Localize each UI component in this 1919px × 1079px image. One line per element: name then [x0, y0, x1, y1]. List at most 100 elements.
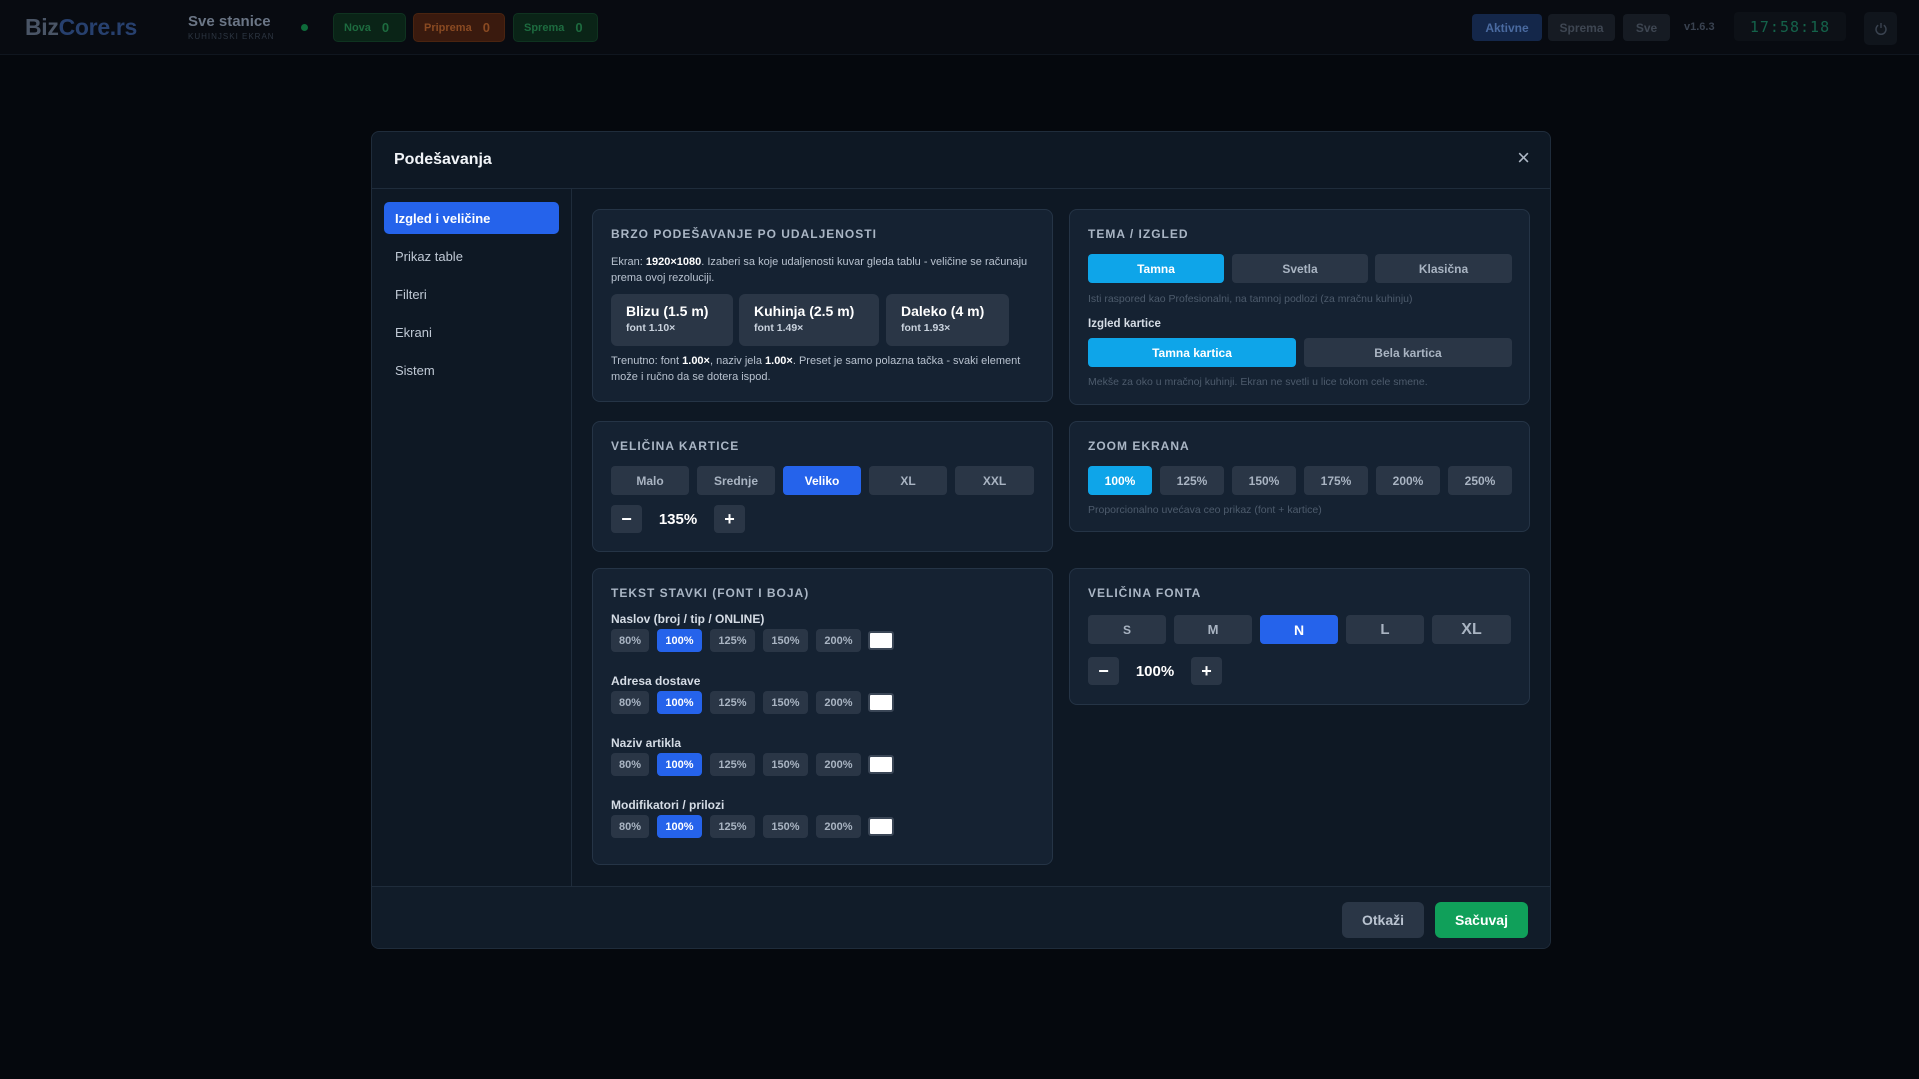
- card-size-veliko-button[interactable]: Veliko: [783, 466, 861, 495]
- item-text-title: TEKST STAVKI (FONT I BOJA): [611, 586, 810, 600]
- item-row-scale-button[interactable]: 80%: [611, 629, 649, 652]
- font-size-card: VELIČINA FONTA S M N L XL − 100% +: [1069, 568, 1530, 705]
- item-row-scale-button[interactable]: 100%: [657, 691, 702, 714]
- modal-footer: Otkaži Sačuvaj: [372, 886, 1550, 948]
- distance-card: BRZO PODEŠAVANJE PO UDALJENOSTI Ekran: 1…: [592, 209, 1053, 402]
- card-look-hint: Mekše za oko u mračnoj kuhinji. Ekran ne…: [1088, 376, 1428, 388]
- zoom-175-button[interactable]: 175%: [1304, 466, 1368, 495]
- item-row-color-swatch[interactable]: [868, 631, 894, 650]
- item-row-scale-button[interactable]: 100%: [657, 629, 702, 652]
- pill-sprema[interactable]: Sprema 0: [513, 13, 598, 42]
- card-size-malo-button[interactable]: Malo: [611, 466, 689, 495]
- card-size-plus-button[interactable]: +: [714, 505, 745, 533]
- card-size-srednje-button[interactable]: Srednje: [697, 466, 775, 495]
- filter-aktivne-button[interactable]: Aktivne: [1472, 14, 1542, 41]
- preset-blizu-button[interactable]: Blizu (1.5 m) font 1.10×: [611, 294, 733, 346]
- item-row-scale-button[interactable]: 125%: [710, 629, 755, 652]
- preset-daleko-button[interactable]: Daleko (4 m) font 1.93×: [886, 294, 1009, 346]
- item-row-color-swatch[interactable]: [868, 817, 894, 836]
- theme-klasicna-button[interactable]: Klasična: [1375, 254, 1512, 283]
- font-size-xl-button[interactable]: XL: [1432, 615, 1511, 644]
- station-title: Sve stanice: [188, 13, 271, 30]
- sidebar-item-izgled[interactable]: Izgled i veličine: [384, 202, 559, 234]
- cancel-button[interactable]: Otkaži: [1342, 902, 1424, 938]
- sidebar-item-filteri[interactable]: Filteri: [384, 278, 559, 310]
- card-look-label: Izgled kartice: [1088, 318, 1161, 330]
- power-icon: [1874, 22, 1887, 35]
- zoom-150-button[interactable]: 150%: [1232, 466, 1296, 495]
- zoom-250-button[interactable]: 250%: [1448, 466, 1512, 495]
- item-row-label: Naslov (broj / tip / ONLINE): [611, 612, 765, 626]
- font-size-l-button[interactable]: L: [1346, 615, 1424, 644]
- item-row-scale-button[interactable]: 200%: [816, 629, 861, 652]
- item-row-scale-button[interactable]: 125%: [710, 691, 755, 714]
- card-size-xxl-button[interactable]: XXL: [955, 466, 1034, 495]
- status-dot: [301, 24, 308, 31]
- item-row-color-swatch[interactable]: [868, 693, 894, 712]
- font-size-m-button[interactable]: M: [1174, 615, 1252, 644]
- top-bar: BizCore.rs Sve stanice KUHINJSKI EKRAN N…: [0, 0, 1919, 55]
- sidebar-item-sistem[interactable]: Sistem: [384, 354, 559, 386]
- close-icon[interactable]: ×: [1517, 147, 1530, 169]
- modal-title: Podešavanja: [394, 151, 492, 168]
- preset-kuhinja-button[interactable]: Kuhinja (2.5 m) font 1.49×: [739, 294, 879, 346]
- preset-sub: font 1.93×: [901, 322, 951, 334]
- theme-svetla-button[interactable]: Svetla: [1232, 254, 1368, 283]
- card-size-minus-button[interactable]: −: [611, 505, 642, 533]
- item-row-label: Naziv artikla: [611, 736, 682, 750]
- item-row-scale-button[interactable]: 100%: [657, 753, 702, 776]
- sidebar-item-prikaz-table[interactable]: Prikaz table: [384, 240, 559, 272]
- font-size-title: VELIČINA FONTA: [1088, 586, 1202, 600]
- settings-modal: Podešavanja × Izgled i veličine Prikaz t…: [371, 131, 1551, 949]
- power-button[interactable]: [1864, 12, 1897, 45]
- sidebar-item-ekrani[interactable]: Ekrani: [384, 316, 559, 348]
- item-row-scale-button[interactable]: 100%: [657, 815, 702, 838]
- filter-sprema-button[interactable]: Sprema: [1548, 14, 1615, 41]
- item-row-scale-button[interactable]: 125%: [710, 815, 755, 838]
- zoom-125-button[interactable]: 125%: [1160, 466, 1224, 495]
- preset-sub: font 1.10×: [626, 322, 676, 334]
- brand-logo: BizCore.rs: [25, 14, 137, 41]
- preset-sub: font 1.49×: [754, 322, 804, 334]
- card-size-xl-button[interactable]: XL: [869, 466, 947, 495]
- font-size-n-button[interactable]: N: [1260, 615, 1338, 644]
- item-row-scale-button[interactable]: 150%: [763, 753, 808, 776]
- pill-priprema[interactable]: Priprema 0: [413, 13, 505, 42]
- card-dark-button[interactable]: Tamna kartica: [1088, 338, 1296, 367]
- item-row-label: Adresa dostave: [611, 674, 701, 688]
- item-row-label: Modifikatori / prilozi: [611, 798, 725, 812]
- item-row-scale-button[interactable]: 200%: [816, 753, 861, 776]
- item-row-scale-button[interactable]: 125%: [710, 753, 755, 776]
- item-row-scale-button[interactable]: 80%: [611, 815, 649, 838]
- pill-label: Priprema: [424, 21, 472, 34]
- item-row-scale-button[interactable]: 150%: [763, 815, 808, 838]
- item-row-scale-button[interactable]: 80%: [611, 691, 649, 714]
- item-row-scale-button[interactable]: 200%: [816, 691, 861, 714]
- save-button[interactable]: Sačuvaj: [1435, 902, 1528, 938]
- distance-current: Trenutno: font 1.00×, naziv jela 1.00×. …: [611, 355, 1021, 383]
- card-size-title: VELIČINA KARTICE: [611, 439, 740, 453]
- filter-sve-button[interactable]: Sve: [1623, 14, 1670, 41]
- theme-hint: Isti raspored kao Profesionalni, na tamn…: [1088, 293, 1413, 305]
- item-row-scale-button[interactable]: 200%: [816, 815, 861, 838]
- card-size-value: 135%: [658, 511, 698, 528]
- item-row-scale-button[interactable]: 150%: [763, 629, 808, 652]
- zoom-200-button[interactable]: 200%: [1376, 466, 1440, 495]
- theme-tamna-button[interactable]: Tamna: [1088, 254, 1224, 283]
- item-row-color-swatch[interactable]: [868, 755, 894, 774]
- theme-title: TEMA / IZGLED: [1088, 227, 1189, 241]
- theme-card: TEMA / IZGLED Tamna Svetla Klasična Isti…: [1069, 209, 1530, 405]
- item-row-scale-button[interactable]: 80%: [611, 753, 649, 776]
- item-row-scale-button[interactable]: 150%: [763, 691, 808, 714]
- preset-label: Daleko (4 m): [901, 303, 985, 319]
- font-size-minus-button[interactable]: −: [1088, 657, 1119, 685]
- card-white-button[interactable]: Bela kartica: [1304, 338, 1512, 367]
- zoom-100-button[interactable]: 100%: [1088, 466, 1152, 495]
- font-size-s-button[interactable]: S: [1088, 615, 1166, 644]
- settings-sidebar: Izgled i veličine Prikaz table Filteri E…: [372, 189, 572, 886]
- pill-nova[interactable]: Nova 0: [333, 13, 406, 42]
- zoom-title: ZOOM EKRANA: [1088, 439, 1190, 453]
- font-size-plus-button[interactable]: +: [1191, 657, 1222, 685]
- preset-label: Blizu (1.5 m): [626, 303, 709, 319]
- pill-count: 0: [482, 20, 490, 35]
